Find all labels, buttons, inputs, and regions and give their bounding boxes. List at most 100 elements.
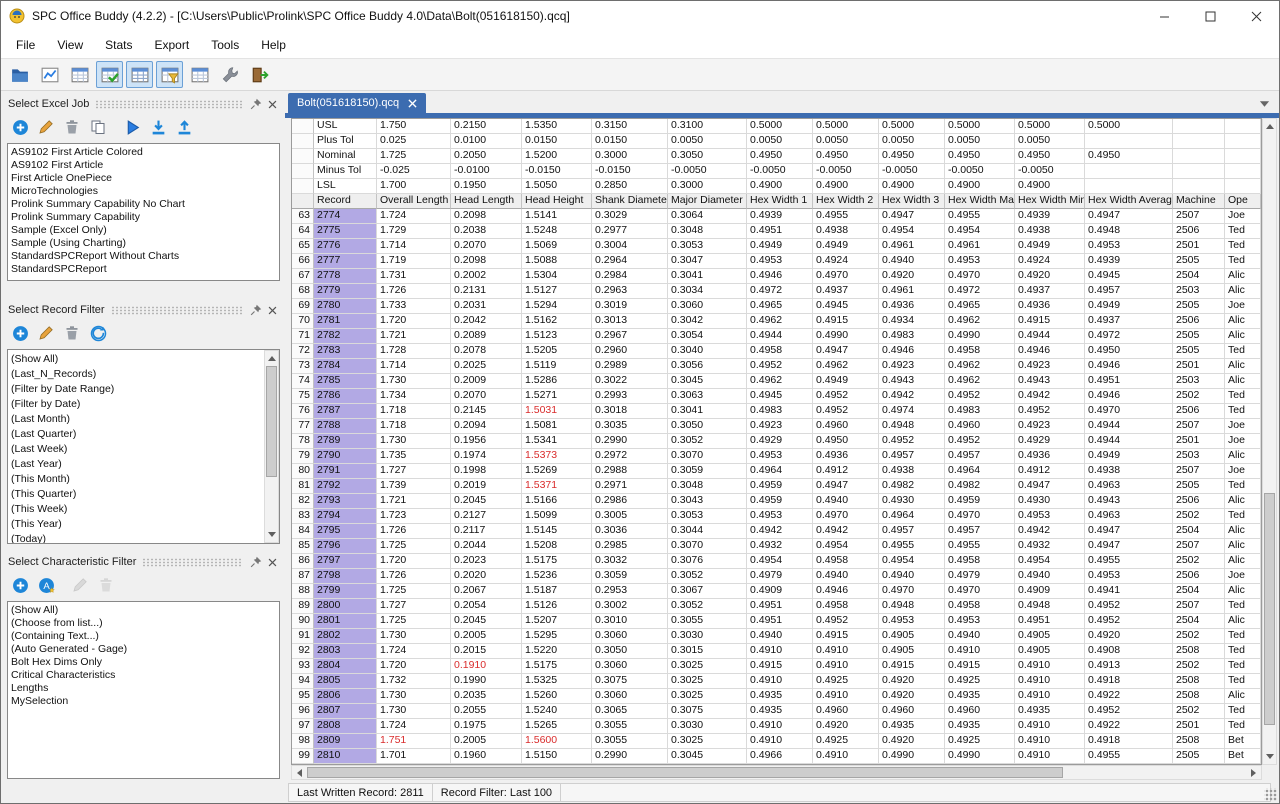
value-cell[interactable]: 0.4935 [747,704,813,719]
value-cell[interactable]: 1.751 [377,734,451,749]
column-header[interactable]: Head Height [522,194,592,209]
value-cell[interactable]: 0.2977 [592,224,668,239]
value-cell[interactable]: 0.3018 [592,404,668,419]
value-cell[interactable]: 0.2078 [451,344,522,359]
operator-cell[interactable]: Joe [1225,299,1261,314]
value-cell[interactable]: 0.4964 [945,464,1015,479]
record-cell[interactable]: 2807 [314,704,377,719]
operator-cell[interactable]: Alic [1225,269,1261,284]
menu-item-file[interactable]: File [5,33,46,57]
value-cell[interactable]: 0.4951 [747,614,813,629]
list-item[interactable]: (Auto Generated - Gage) [11,643,276,656]
value-cell[interactable]: 1.727 [377,464,451,479]
machine-cell[interactable]: 2503 [1173,449,1225,464]
value-cell[interactable]: 0.4954 [747,554,813,569]
row-number[interactable]: 96 [292,704,314,719]
row-number[interactable]: 97 [292,719,314,734]
record-cell[interactable]: 2780 [314,299,377,314]
value-cell[interactable]: 0.4910 [1015,659,1085,674]
value-cell[interactable]: 1.727 [377,599,451,614]
value-cell[interactable]: 1.720 [377,314,451,329]
exit-button[interactable] [246,61,273,88]
value-cell[interactable]: 0.4910 [1015,689,1085,704]
resize-grip[interactable] [1264,788,1277,801]
value-cell[interactable]: 0.2988 [592,464,668,479]
row-number[interactable]: 83 [292,509,314,524]
value-cell[interactable]: 0.4937 [1085,314,1173,329]
machine-cell[interactable]: 2508 [1173,734,1225,749]
value-cell[interactable]: 0.4952 [945,389,1015,404]
value-cell[interactable]: 1.5141 [522,209,592,224]
machine-cell[interactable]: 2502 [1173,509,1225,524]
record-cell[interactable]: 2789 [314,434,377,449]
value-cell[interactable]: 1.735 [377,449,451,464]
value-cell[interactable]: 1.5187 [522,584,592,599]
operator-cell[interactable]: Ted [1225,704,1261,719]
value-cell[interactable]: 0.3041 [668,269,747,284]
value-cell[interactable]: 0.3056 [668,359,747,374]
value-cell[interactable]: 0.4961 [879,284,945,299]
value-cell[interactable]: 1.718 [377,419,451,434]
record-cell[interactable]: 2781 [314,314,377,329]
value-cell[interactable]: 0.1974 [451,449,522,464]
row-number[interactable]: 88 [292,584,314,599]
scroll-left-button[interactable] [292,766,307,779]
row-number[interactable]: 87 [292,569,314,584]
value-cell[interactable]: 0.4957 [879,524,945,539]
row-number[interactable]: 80 [292,464,314,479]
add-characteristic-filter-icon[interactable] [11,576,29,594]
value-cell[interactable]: 0.1910 [451,659,522,674]
value-cell[interactable]: 0.3075 [668,704,747,719]
value-cell[interactable]: 1.5271 [522,389,592,404]
value-cell[interactable]: 1.5240 [522,704,592,719]
record-cell[interactable]: 2797 [314,554,377,569]
value-cell[interactable]: 0.4944 [1085,419,1173,434]
list-item[interactable]: Prolink Summary Capability No Chart [11,198,276,211]
value-cell[interactable]: 0.4910 [747,719,813,734]
value-cell[interactable]: 0.3055 [592,734,668,749]
value-cell[interactable]: 0.2990 [592,749,668,764]
value-cell[interactable]: 0.3059 [592,569,668,584]
value-cell[interactable]: 0.4915 [813,314,879,329]
row-number[interactable]: 73 [292,359,314,374]
value-cell[interactable]: 0.4964 [879,509,945,524]
value-cell[interactable]: 1.725 [377,614,451,629]
value-cell[interactable]: 0.4946 [1085,389,1173,404]
value-cell[interactable]: 0.2993 [592,389,668,404]
tab-list-chevron-icon[interactable] [1259,100,1270,108]
value-cell[interactable]: 0.1956 [451,434,522,449]
value-cell[interactable]: 1.5373 [522,449,592,464]
value-cell[interactable]: 0.2967 [592,329,668,344]
value-cell[interactable]: 0.4958 [813,599,879,614]
operator-cell[interactable]: Ted [1225,389,1261,404]
grid-view-button[interactable] [66,61,93,88]
value-cell[interactable]: 0.3013 [592,314,668,329]
record-cell[interactable]: 2793 [314,494,377,509]
value-cell[interactable]: 0.2127 [451,509,522,524]
operator-cell[interactable]: Joe [1225,569,1261,584]
close-button[interactable] [1233,1,1279,31]
value-cell[interactable]: 1.720 [377,554,451,569]
value-cell[interactable]: 1.5127 [522,284,592,299]
value-cell[interactable]: 0.4943 [879,374,945,389]
value-cell[interactable]: 0.3030 [668,719,747,734]
value-cell[interactable]: 0.4950 [1085,344,1173,359]
value-cell[interactable]: 0.4920 [813,719,879,734]
list-item[interactable]: (Filter by Date) [11,397,262,412]
value-cell[interactable]: 0.4959 [747,479,813,494]
value-cell[interactable]: 0.3048 [668,224,747,239]
value-cell[interactable]: 0.4955 [813,209,879,224]
value-cell[interactable]: 1.714 [377,359,451,374]
delete-job-icon[interactable] [63,118,81,136]
value-cell[interactable]: 0.4953 [747,449,813,464]
value-cell[interactable]: 0.2070 [451,389,522,404]
column-header[interactable]: Hex Width 1 [747,194,813,209]
value-cell[interactable]: 0.4947 [1085,539,1173,554]
record-cell[interactable]: 2790 [314,449,377,464]
value-cell[interactable]: 0.3032 [592,554,668,569]
value-cell[interactable]: 1.726 [377,284,451,299]
operator-cell[interactable]: Ted [1225,479,1261,494]
value-cell[interactable]: 0.1975 [451,719,522,734]
grid-horizontal-scrollbar[interactable] [291,765,1262,780]
value-cell[interactable]: 0.2070 [451,239,522,254]
